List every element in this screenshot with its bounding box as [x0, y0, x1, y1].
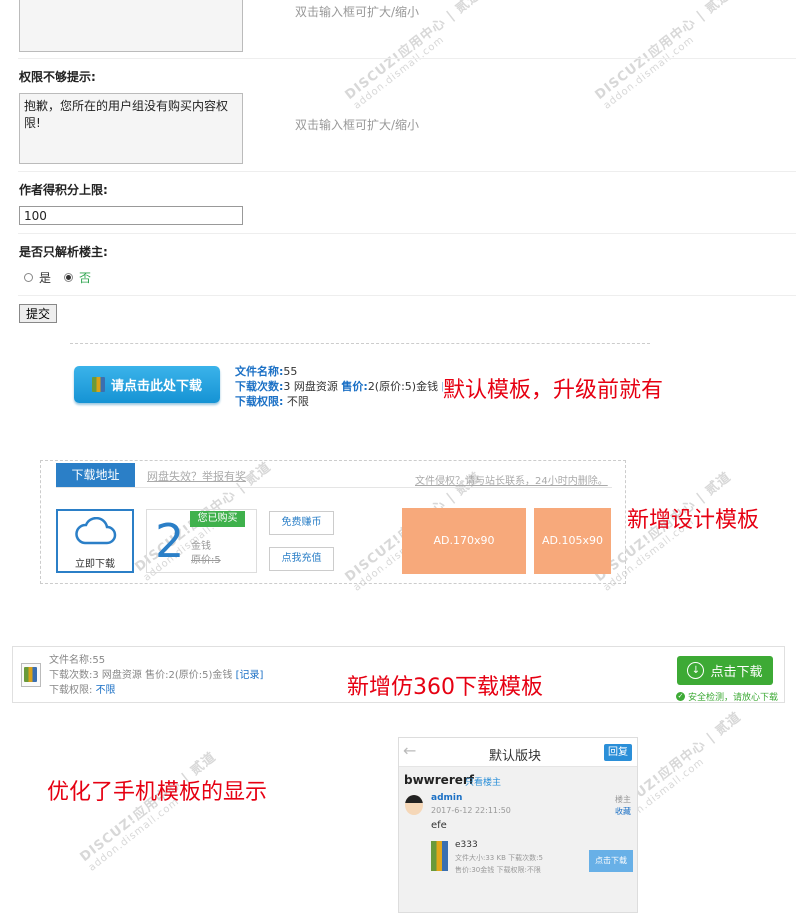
resize-hint: 双击输入框可扩大/缩小 — [295, 5, 420, 19]
post-date: 2017-6-12 22:11:50 — [431, 806, 511, 815]
cloud-icon — [75, 517, 117, 545]
back-arrow-icon[interactable]: ← — [403, 741, 416, 760]
currency-label: 金钱 — [191, 541, 211, 552]
dl-count: 下载次数:5 — [508, 854, 543, 862]
divider — [18, 58, 796, 59]
perm-value: 不限 — [95, 685, 116, 696]
default-button-label: 请点击此处下载 — [110, 379, 202, 394]
perm-label: 下载权限: — [49, 685, 93, 696]
divider — [18, 171, 796, 172]
annotation-design: 新增设计模板 — [627, 508, 760, 533]
favorite-link[interactable]: 收藏 — [615, 806, 631, 817]
tpl360-download-button[interactable]: ↓ 点击下载 — [677, 656, 773, 685]
annotation-360: 新增仿360下载模板 — [343, 669, 547, 701]
price-number: 2 — [155, 514, 185, 568]
mobile-attachment: e333 文件大小:33 KB 下载次数:5 售价:30金钱 下载权限:不限 点… — [429, 836, 633, 880]
zip-file-icon — [431, 841, 448, 871]
section-divider — [70, 343, 650, 344]
only-owner-link[interactable]: 只看楼主 — [465, 775, 501, 788]
attachment-size: 文件大小:33 KB 下载次数:5 — [455, 853, 543, 863]
divider — [18, 295, 796, 296]
divider — [18, 233, 796, 234]
tab-download-address[interactable]: 下载地址 — [56, 463, 135, 487]
tpl360-info: 文件名称:55 下载次数:3 网盘资源 售价:2(原价:5)金钱 [记录] 下载… — [49, 653, 263, 698]
previous-textarea[interactable] — [19, 0, 243, 52]
name-value: 55 — [283, 365, 298, 378]
ad-slot-large[interactable]: AD.170x90 — [402, 508, 526, 574]
bought-badge: 您已购买 — [190, 511, 245, 527]
avatar — [405, 795, 423, 815]
perm-value: 不限 — [286, 395, 309, 408]
immediate-download-label: 立即下载 — [75, 559, 115, 570]
credit-input[interactable]: 100 — [19, 206, 243, 225]
mobile-header-title: 默认版块 — [489, 749, 542, 764]
annotation-mobile: 优化了手机模板的显示 — [47, 780, 268, 805]
zip-icon — [24, 667, 37, 682]
price-text: 售价:2(原价:5)金钱 — [145, 670, 233, 681]
design-template: 下载地址 网盘失效？举报有奖 文件侵权？请与站长联系，24小时内删除。 立即下载… — [40, 460, 626, 584]
mobile-download-button[interactable]: 点击下载 — [589, 850, 633, 872]
only-owner-label: 是否只解析楼主: — [19, 245, 108, 259]
perm-label: 下载权限: — [235, 395, 284, 408]
default-download-button[interactable]: 请点击此处下载 — [74, 366, 220, 403]
credit-label: 作者得积分上限: — [19, 183, 108, 197]
file-size: 文件大小:33 KB — [455, 854, 506, 862]
recharge-button[interactable]: 点我充值 — [269, 547, 334, 571]
reply-button[interactable]: 回复 — [604, 744, 632, 761]
submit-button[interactable]: 提交 — [19, 304, 57, 323]
count-value: 3 — [283, 380, 291, 393]
default-info: 文件名称:55 下载次数:3 网盘资源 售价:2(原价:5)金钱 [记 下载权限… — [235, 364, 457, 409]
immediate-download-button[interactable]: 立即下载 — [56, 509, 134, 573]
download-count: 下载次数:3 — [49, 670, 99, 681]
price-label: 售价: — [341, 380, 368, 393]
check-icon: ✓ — [676, 692, 685, 701]
file-name: 文件名称:55 — [49, 655, 106, 666]
radio-circle[interactable] — [64, 273, 73, 282]
author-name[interactable]: admin — [431, 793, 462, 803]
radio-yes[interactable]: 是 — [24, 269, 51, 286]
watermark: DISCUZ!应用中心 | 贰道 addon.dismall.com — [592, 0, 735, 112]
floor-label: 楼主 — [615, 795, 631, 804]
attachment-name: e333 — [455, 840, 478, 850]
report-link[interactable]: 网盘失效？举报有奖 — [147, 468, 246, 484]
count-label: 下载次数: — [235, 380, 284, 393]
mobile-header: ← 默认版块 回复 — [399, 738, 637, 767]
radio-yes-label: 是 — [39, 271, 52, 285]
ad-slot-small[interactable]: AD.105x90 — [534, 508, 611, 574]
name-label: 文件名称: — [235, 365, 284, 378]
post-content: efe — [431, 820, 447, 831]
mobile-perm: 下载权限:不限 — [496, 866, 541, 874]
perm-textarea[interactable]: 抱歉，您所在的用户组没有购买内容权限! — [19, 93, 243, 164]
perm-label: 权限不够提示: — [19, 70, 96, 84]
mobile-frame: ← 默认版块 回复 bwwrererf 只看楼主 admin 2017-6-12… — [398, 737, 638, 913]
safe-check: ✓ 安全检测，请放心下载 — [676, 690, 778, 703]
radio-circle[interactable] — [24, 273, 33, 282]
record-link[interactable]: [记录] — [236, 670, 264, 681]
zip-icon — [91, 377, 105, 392]
copyright-notice[interactable]: 文件侵权？请与站长联系，24小时内删除。 — [415, 472, 608, 487]
safe-text: 安全检测，请放心下载 — [688, 693, 779, 703]
source-text: 网盘资源 — [101, 670, 142, 681]
price-box: 2 您已购买 金钱 原价:5 — [146, 509, 257, 573]
source-text: 网盘资源 — [293, 380, 338, 393]
orig-price: 原价:5 — [191, 555, 221, 566]
radio-no[interactable]: 否 — [64, 269, 91, 286]
tpl360-button-label: 点击下载 — [710, 665, 763, 680]
watermark: DISCUZ!应用中心 | 贰道 addon.dismall.com — [77, 749, 220, 874]
radio-no-label: 否 — [79, 271, 92, 285]
earn-coins-button[interactable]: 免费赚币 — [269, 511, 334, 535]
resize-hint: 双击输入框可扩大/缩小 — [295, 118, 420, 132]
file-icon — [21, 663, 41, 687]
tab-underline — [56, 487, 612, 488]
download-arrow-icon: ↓ — [687, 662, 705, 679]
price-value: 2(原价:5)金钱 — [367, 380, 439, 393]
attachment-price: 售价:30金钱 下载权限:不限 — [455, 865, 541, 875]
thread-title: bwwrererf — [404, 773, 475, 787]
mobile-price: 售价:30金钱 — [455, 866, 495, 874]
annotation-default: 默认模板，升级前就有 — [443, 372, 668, 404]
